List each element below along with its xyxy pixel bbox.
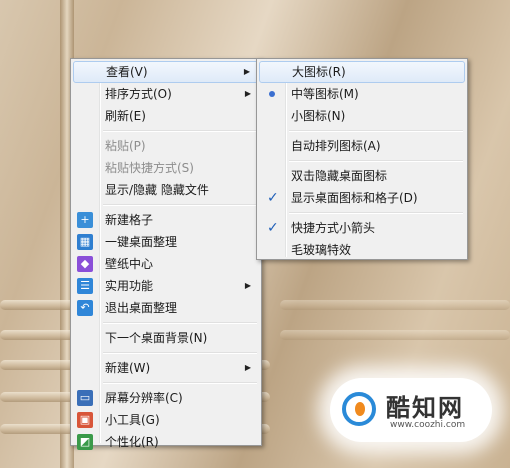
menu-item-11[interactable]: ◆ 壁纸中心	[73, 253, 259, 275]
menu-item-7[interactable]: 双击隐藏桌面图标	[259, 165, 465, 187]
menu-item-5[interactable]: 自动排列图标(A)	[259, 135, 465, 157]
menu-separator	[103, 322, 257, 324]
layout-icon: ▦	[77, 234, 93, 250]
menu-item-label: 快捷方式小箭头	[291, 221, 376, 235]
undo-icon: ↶	[77, 300, 93, 316]
menu-item-label: 个性化(R)	[105, 435, 159, 449]
menu-item-label: 壁纸中心	[105, 257, 154, 271]
menu-item-label: 排序方式(O)	[105, 87, 172, 101]
menu-item-3[interactable]: 小图标(N)	[259, 105, 465, 127]
plus-icon: +	[77, 212, 93, 228]
submenu-arrow-icon: ▶	[244, 363, 251, 372]
submenu-arrow-icon: ▶	[243, 67, 250, 76]
monitor-icon: ▭	[77, 390, 93, 406]
menu-item-label: 小工具(G)	[105, 413, 160, 427]
menu-item-6: 粘贴快捷方式(S)	[73, 157, 259, 179]
menu-item-label: 粘贴(P)	[105, 139, 146, 153]
menu-item-label: 一键桌面整理	[105, 235, 178, 249]
gadgets-icon: ▣	[77, 412, 93, 428]
menu-item-label: 小图标(N)	[291, 109, 346, 123]
cube-icon: ◆	[77, 256, 93, 272]
menu-item-3[interactable]: 刷新(E)	[73, 105, 259, 127]
personalize-icon: ◩	[77, 434, 93, 450]
menu-item-label: 下一个桌面背景(N)	[105, 331, 208, 345]
menu-item-7[interactable]: 显示/隐藏 隐藏文件	[73, 179, 259, 201]
menu-item-10[interactable]: ✓ 快捷方式小箭头	[259, 217, 465, 239]
coozhi-watermark: 酷知网 www.coozhi.com	[330, 378, 492, 442]
submenu-arrow-icon: ▶	[244, 281, 251, 290]
radio-dot-icon	[269, 91, 275, 97]
menu-item-19[interactable]: ▭ 屏幕分辨率(C)	[73, 387, 259, 409]
menu-item-label: 实用功能	[105, 279, 154, 293]
menu-item-1[interactable]: 查看(V) ▶	[73, 61, 259, 83]
submenu-arrow-icon: ▶	[244, 89, 251, 98]
menu-separator	[289, 160, 463, 162]
menu-item-label: 新建格子	[105, 213, 154, 227]
menu-item-label: 退出桌面整理	[105, 301, 178, 315]
menu-item-13[interactable]: ↶ 退出桌面整理	[73, 297, 259, 319]
menu-item-label: 查看(V)	[106, 65, 148, 79]
menu-item-2[interactable]: 排序方式(O) ▶	[73, 83, 259, 105]
view-submenu: 大图标(R) 中等图标(M) 小图标(N) 自动排列图标(A) 双击隐藏桌面图标 ✓ 显示桌…	[256, 58, 468, 260]
menu-item-10[interactable]: ▦ 一键桌面整理	[73, 231, 259, 253]
menu-item-12[interactable]: ☰ 实用功能 ▶	[73, 275, 259, 297]
checkmark-icon: ✓	[267, 190, 279, 206]
menu-item-label: 刷新(E)	[105, 109, 146, 123]
menu-item-label: 自动排列图标(A)	[291, 139, 381, 153]
menu-item-label: 显示/隐藏 隐藏文件	[105, 183, 209, 197]
menu-separator	[103, 130, 257, 132]
checkmark-icon: ✓	[267, 220, 279, 236]
menu-item-label: 中等图标(M)	[291, 87, 359, 101]
menu-item-21[interactable]: ◩ 个性化(R)	[73, 431, 259, 453]
watermark-title: 酷知网	[386, 393, 464, 422]
menu-separator	[103, 204, 257, 206]
coozhi-logo-icon	[342, 392, 376, 426]
menu-item-label: 新建(W)	[105, 361, 151, 375]
menu-item-label: 毛玻璃特效	[291, 243, 352, 257]
list-icon: ☰	[77, 278, 93, 294]
menu-item-15[interactable]: 下一个桌面背景(N)	[73, 327, 259, 349]
menu-item-label: 屏幕分辨率(C)	[105, 391, 183, 405]
menu-item-label: 粘贴快捷方式(S)	[105, 161, 194, 175]
menu-item-8[interactable]: ✓ 显示桌面图标和格子(D)	[259, 187, 465, 209]
menu-item-1[interactable]: 大图标(R)	[259, 61, 465, 83]
menu-item-label: 双击隐藏桌面图标	[291, 169, 388, 183]
menu-item-17[interactable]: 新建(W) ▶	[73, 357, 259, 379]
menu-item-20[interactable]: ▣ 小工具(G)	[73, 409, 259, 431]
desktop-context-menu: 查看(V) ▶ 排序方式(O) ▶ 刷新(E) 粘贴(P) 粘贴快捷方式(S) 显示/隐藏 隐…	[70, 58, 262, 450]
menu-item-2[interactable]: 中等图标(M)	[259, 83, 465, 105]
menu-separator	[289, 130, 463, 132]
menu-separator	[103, 352, 257, 354]
watermark-url: www.coozhi.com	[390, 420, 466, 430]
menu-item-9[interactable]: + 新建格子	[73, 209, 259, 231]
menu-item-label: 显示桌面图标和格子(D)	[291, 191, 418, 205]
menu-item-5: 粘贴(P)	[73, 135, 259, 157]
menu-separator	[103, 382, 257, 384]
menu-item-11[interactable]: 毛玻璃特效	[259, 239, 465, 261]
menu-separator	[289, 212, 463, 214]
menu-item-label: 大图标(R)	[292, 65, 346, 79]
